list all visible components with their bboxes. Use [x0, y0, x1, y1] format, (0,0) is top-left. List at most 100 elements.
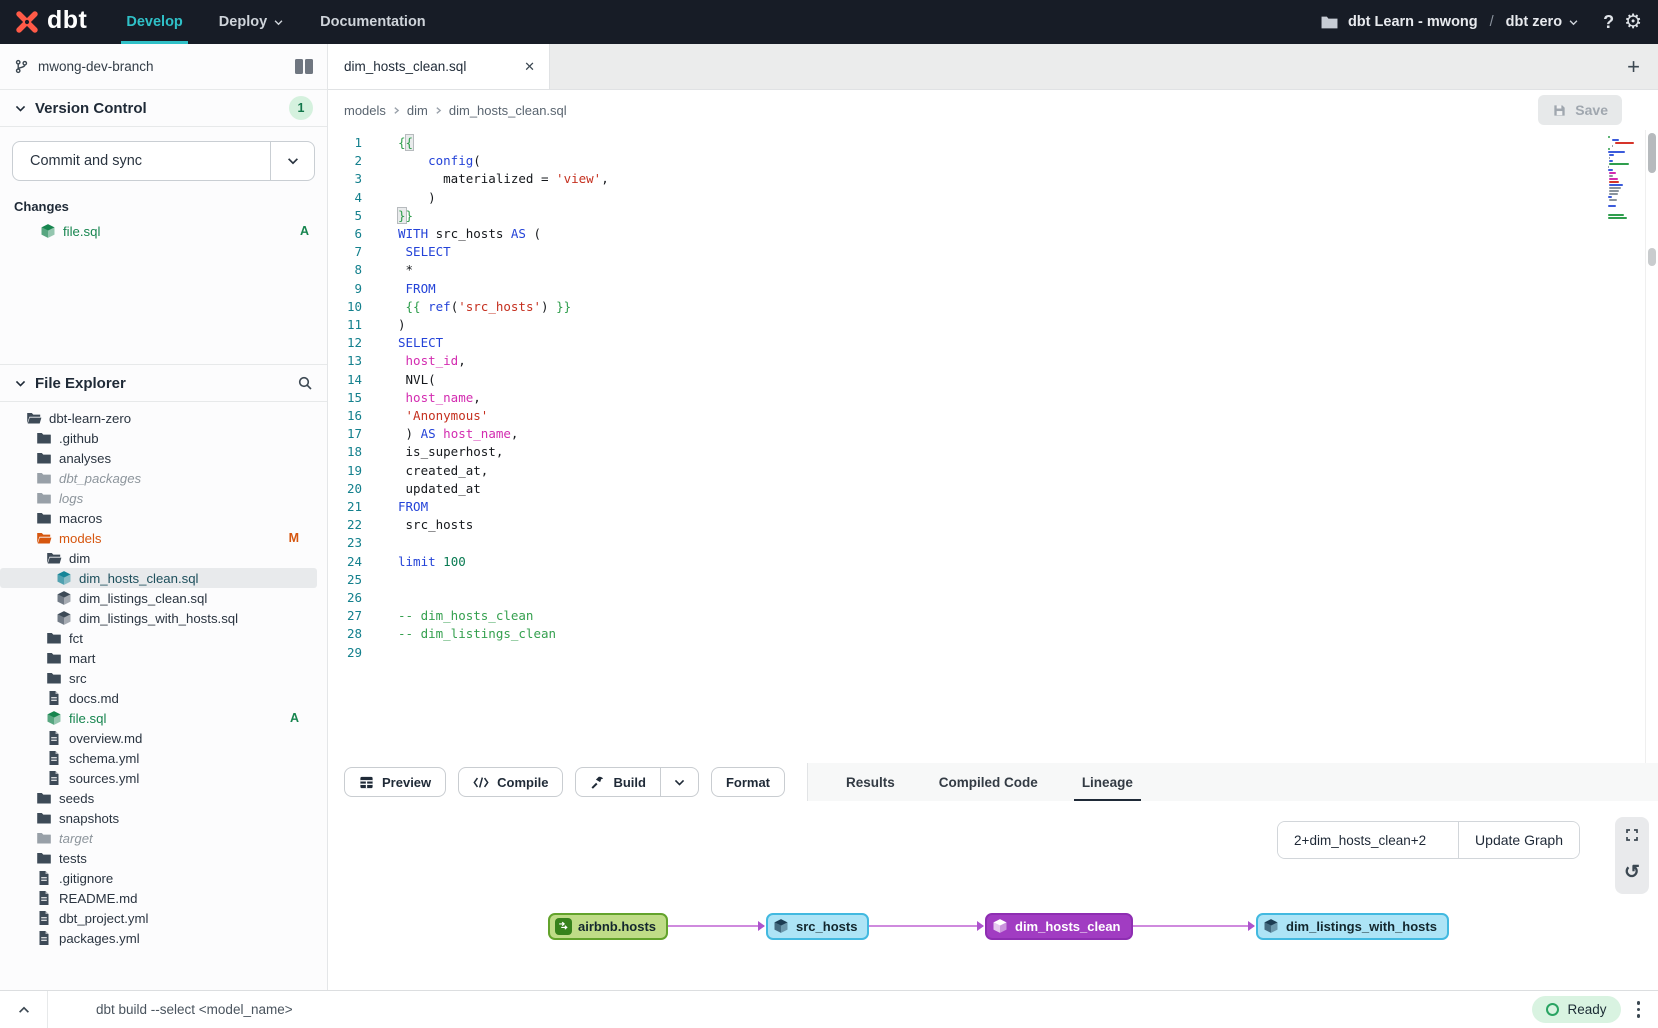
tree-item[interactable]: dbt_packages	[0, 468, 317, 488]
editor-tab[interactable]: dim_hosts_clean.sql ✕	[328, 44, 550, 89]
minimap-line	[1615, 142, 1635, 144]
changed-file-row[interactable]: file.sqlA	[12, 220, 315, 242]
tree-item[interactable]: fct	[0, 628, 317, 648]
build-button[interactable]: Build	[575, 767, 661, 797]
settings-gear-icon[interactable]: ⚙	[1624, 12, 1642, 32]
lineage-node-dim_listings_with_hosts[interactable]: dim_listings_with_hosts	[1256, 913, 1449, 940]
tree-item[interactable]: packages.yml	[0, 928, 317, 948]
tree-item[interactable]: dbt-learn-zero	[0, 408, 317, 428]
save-button[interactable]: Save	[1538, 95, 1622, 125]
code-line: FROM	[398, 280, 1658, 298]
tree-item[interactable]: .gitignore	[0, 868, 317, 888]
lineage-node-airbnb.hosts[interactable]: airbnb.hosts	[548, 913, 668, 940]
search-icon[interactable]	[297, 375, 313, 391]
tree-item-label: dbt-learn-zero	[49, 411, 131, 426]
tree-item[interactable]: seeds	[0, 788, 317, 808]
minimap-line	[1609, 181, 1619, 183]
tree-item[interactable]: dbt_project.yml	[0, 908, 317, 928]
tab-results[interactable]: Results	[842, 763, 899, 801]
tree-item[interactable]: docs.md	[0, 688, 317, 708]
minimap-line	[1608, 166, 1609, 168]
tree-item[interactable]: .github	[0, 428, 317, 448]
breadcrumb-item[interactable]: dim	[407, 103, 428, 118]
environment-selector[interactable]: dbt zero	[1506, 14, 1579, 30]
preview-button[interactable]: Preview	[344, 767, 446, 797]
file-icon	[36, 910, 52, 926]
commit-options-chevron[interactable]	[270, 142, 314, 180]
lineage-node-dim_hosts_clean[interactable]: dim_hosts_clean	[985, 913, 1133, 940]
tree-item[interactable]: overview.md	[0, 728, 317, 748]
chevron-down-icon	[1568, 17, 1579, 28]
compile-button[interactable]: Compile	[458, 767, 563, 797]
tree-item[interactable]: analyses	[0, 448, 317, 468]
tree-item[interactable]: README.md	[0, 888, 317, 908]
code-content[interactable]: {{ config( materialized = 'view', )}}WIT…	[374, 130, 1658, 763]
lineage-edge	[1124, 925, 1254, 927]
nav-tab-deploy[interactable]: Deploy	[214, 0, 289, 44]
lineage-node-label: airbnb.hosts	[578, 919, 656, 934]
project-name[interactable]: dbt Learn - mwong	[1348, 14, 1478, 30]
dbt-logo[interactable]: dbt	[14, 8, 87, 36]
tree-item[interactable]: dim_listings_with_hosts.sql	[0, 608, 317, 628]
lineage-node-src_hosts[interactable]: src_hosts	[766, 913, 869, 940]
commit-and-sync-button[interactable]: Commit and sync	[12, 141, 315, 181]
update-graph-button[interactable]: Update Graph	[1458, 822, 1579, 858]
tree-item[interactable]: tests	[0, 848, 317, 868]
version-control-body: Commit and sync Changes file.sqlA	[0, 127, 327, 365]
file-explorer-header[interactable]: File Explorer	[0, 365, 327, 402]
tree-item[interactable]: mart	[0, 648, 317, 668]
line-number: 14	[328, 371, 362, 389]
tree-item[interactable]: snapshots	[0, 808, 317, 828]
tree-item[interactable]: src	[0, 668, 317, 688]
tree-item[interactable]: modelsM	[0, 528, 317, 548]
model-cube-icon	[1263, 918, 1280, 935]
tree-item[interactable]: file.sqlA	[0, 708, 317, 728]
kebab-menu-icon[interactable]	[1621, 1001, 1658, 1018]
scrollbar-thumb[interactable]	[1648, 133, 1656, 173]
tree-item[interactable]: dim_hosts_clean.sql	[0, 568, 317, 588]
code-editor[interactable]: 1234567891011121314151617181920212223242…	[328, 130, 1658, 763]
line-number: 18	[328, 443, 362, 461]
tree-item[interactable]: logs	[0, 488, 317, 508]
editor-scrollbar[interactable]	[1645, 130, 1658, 763]
breadcrumb-item[interactable]: models	[344, 103, 386, 118]
expand-panel-chevron-icon[interactable]	[0, 991, 48, 1028]
docs-book-icon[interactable]	[295, 59, 313, 74]
version-control-header[interactable]: Version Control 1	[0, 90, 327, 127]
sidebar: mwong-dev-branch Version Control 1 Commi…	[0, 44, 328, 990]
preview-grid-icon	[359, 775, 374, 790]
minimap[interactable]	[1608, 136, 1640, 223]
git-status-badge: M	[289, 531, 317, 545]
minimap-line	[1609, 160, 1613, 162]
minimap-viewport[interactable]	[1648, 248, 1656, 266]
tab-lineage[interactable]: Lineage	[1078, 763, 1137, 801]
tree-item[interactable]: sources.yml	[0, 768, 317, 788]
breadcrumb-item[interactable]: dim_hosts_clean.sql	[449, 103, 567, 118]
fullscreen-icon[interactable]	[1624, 827, 1640, 847]
tree-item[interactable]: target	[0, 828, 317, 848]
new-tab-icon[interactable]: +	[1609, 54, 1658, 80]
command-input[interactable]: dbt build --select <model_name>	[48, 1002, 1532, 1017]
branch-row[interactable]: mwong-dev-branch	[0, 44, 327, 90]
lineage-selector-input[interactable]	[1278, 822, 1458, 858]
tree-item[interactable]: dim_listings_clean.sql	[0, 588, 317, 608]
help-icon[interactable]: ?	[1603, 12, 1614, 33]
folder-open-icon	[36, 530, 52, 546]
tree-item-label: dbt_project.yml	[59, 911, 148, 926]
format-button[interactable]: Format	[711, 767, 785, 797]
bottom-toolbar: Preview Compile Build Format Results Compile…	[328, 763, 1658, 801]
nav-tab-develop[interactable]: Develop	[121, 0, 187, 44]
lineage-edge	[668, 925, 764, 927]
tree-item[interactable]: macros	[0, 508, 317, 528]
reset-view-icon[interactable]: ↺	[1624, 863, 1640, 882]
action-buttons: Preview Compile Build Format	[328, 763, 807, 801]
lineage-edge	[860, 925, 983, 927]
tab-compiled-code[interactable]: Compiled Code	[935, 763, 1042, 801]
tree-item[interactable]: dim	[0, 548, 317, 568]
build-options-chevron[interactable]	[661, 767, 699, 797]
tree-item-label: seeds	[59, 791, 94, 806]
nav-tab-documentation[interactable]: Documentation	[315, 0, 431, 44]
close-tab-icon[interactable]: ✕	[524, 59, 535, 75]
tree-item[interactable]: schema.yml	[0, 748, 317, 768]
tree-item-label: fct	[69, 631, 83, 646]
